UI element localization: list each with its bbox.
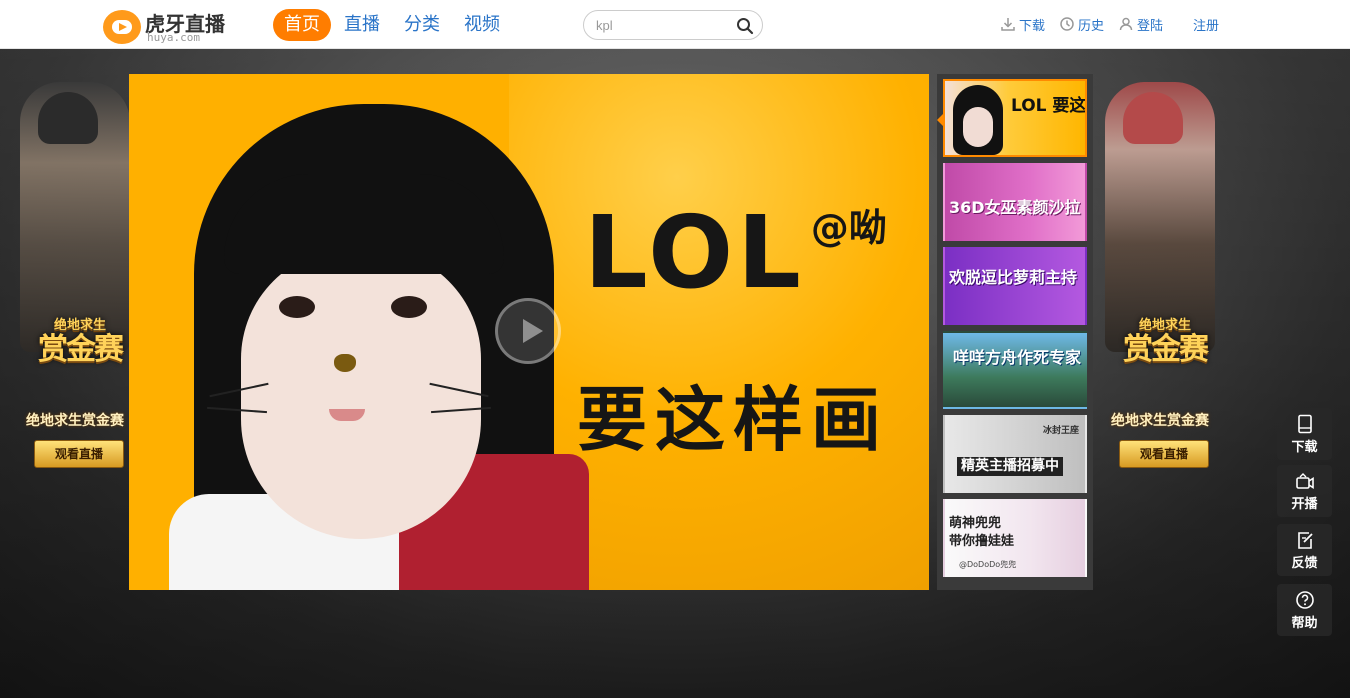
login-link[interactable]: 登陆 (1118, 15, 1163, 34)
search-input[interactable] (596, 15, 726, 35)
featured-stream-player[interactable]: LOL @呦 要这样画 (129, 74, 929, 590)
search-icon[interactable] (736, 17, 754, 35)
active-thumbnail-indicator (937, 113, 944, 127)
download-link[interactable]: 下载 (1000, 15, 1045, 34)
helmet-icon (38, 92, 98, 144)
camera-icon (1295, 473, 1314, 489)
download-icon (1001, 18, 1015, 31)
nav-categories[interactable]: 分类 (393, 9, 451, 41)
site-logo[interactable]: 虎牙直播 huya.com (103, 8, 228, 44)
nav-videos[interactable]: 视频 (453, 9, 511, 41)
register-link[interactable]: 注册 (1193, 15, 1219, 34)
download-label: 下载 (1019, 18, 1046, 34)
float-label: 反馈 (1291, 556, 1318, 571)
tablet-icon (1297, 414, 1312, 434)
heart-nose-icon (334, 354, 356, 372)
thumbnail-text: 萌神兜兜 带你撸娃娃 (949, 516, 1015, 549)
watch-live-button[interactable]: 观看直播 (1119, 440, 1209, 468)
float-help-button[interactable]: 帮助 (1277, 584, 1332, 636)
top-header: 虎牙直播 huya.com 首页 直播 分类 视频 下载 历史 (0, 0, 1350, 49)
watch-live-button[interactable]: 观看直播 (34, 440, 124, 468)
main-nav: 首页 直播 分类 视频 (273, 9, 511, 41)
thumbnail-text: 咩咩方舟作死专家 (953, 348, 1082, 367)
promo-medal: 绝地求生 赏金赛 (1105, 312, 1225, 392)
history-label: 历史 (1078, 18, 1105, 34)
float-label: 帮助 (1291, 616, 1318, 631)
stream-title-main: LOL (584, 194, 805, 311)
thumbnail-text: 精英主播招募中 (957, 457, 1063, 477)
nav-live[interactable]: 直播 (333, 9, 391, 41)
promo-subtitle: 绝地求生赏金赛 (1111, 413, 1209, 429)
user-links: 下载 历史 登陆 注册 (1000, 14, 1233, 34)
user-icon (1119, 17, 1133, 31)
thumbnail-item[interactable]: 欢脱逗比萝莉主持 (943, 247, 1087, 325)
thumbnail-text: 欢脱逗比萝莉主持 (949, 268, 1078, 287)
thumbnail-subtext: @DoDoDo兜兜 (959, 560, 1017, 569)
stream-title-suffix: @呦 (810, 206, 887, 250)
float-label: 开播 (1291, 497, 1318, 512)
float-feedback-button[interactable]: 反馈 (1277, 524, 1332, 576)
thumbnail-text: LOL 要这样画 (1011, 96, 1087, 116)
thumbnail-text: 36D女巫素颜沙拉 (949, 198, 1081, 217)
streamer-thumbnail-image (953, 85, 1003, 155)
medal-line2: 赏金赛 (1123, 332, 1209, 367)
promo-subtitle: 绝地求生赏金赛 (26, 413, 124, 429)
login-label: 登陆 (1137, 18, 1164, 34)
history-link[interactable]: 历史 (1059, 15, 1104, 34)
register-label: 注册 (1193, 18, 1220, 34)
search-box (583, 10, 763, 40)
play-icon[interactable] (495, 298, 561, 364)
medal-line1: 绝地求生 (1138, 318, 1191, 333)
streamer-eye (391, 296, 427, 318)
thumbnail-item[interactable]: 冰封王座 精英主播招募中 (943, 415, 1087, 493)
streamer-bangs (224, 174, 504, 274)
thumbnail-item[interactable]: 咩咩方舟作死专家 (943, 331, 1087, 409)
float-broadcast-button[interactable]: 开播 (1277, 465, 1332, 517)
history-icon (1060, 17, 1074, 31)
cap-icon (1123, 92, 1183, 144)
thumbnail-tag: 冰封王座 (1042, 426, 1079, 436)
right-promo-banner[interactable]: 绝地求生 赏金赛 绝地求生赏金赛 观看直播 (1075, 62, 1245, 482)
float-label: 下载 (1291, 440, 1318, 455)
thumbnail-item[interactable]: LOL 要这样画 (943, 79, 1087, 157)
tiger-logo-icon (103, 10, 141, 44)
featured-thumbnail-list: LOL 要这样画 36D女巫素颜沙拉 欢脱逗比萝莉主持 咩咩方舟作死专家 冰封王… (937, 74, 1093, 590)
edit-icon (1297, 532, 1313, 549)
thumbnail-item[interactable]: 36D女巫素颜沙拉 (943, 163, 1087, 241)
thumbnail-item[interactable]: 萌神兜兜 带你撸娃娃 @DoDoDo兜兜 (943, 499, 1087, 577)
promo-medal: 绝地求生 赏金赛 (20, 312, 140, 392)
medal-line1: 绝地求生 (53, 318, 106, 333)
stream-subtitle: 要这样画 (577, 379, 889, 461)
help-icon (1295, 591, 1314, 609)
float-download-button[interactable]: 下载 (1277, 408, 1332, 460)
stream-title: LOL @呦 (584, 194, 887, 311)
logo-domain: huya.com (147, 31, 200, 44)
streamer-face (241, 249, 481, 539)
nav-home[interactable]: 首页 (273, 9, 331, 41)
streamer-eye (279, 296, 315, 318)
medal-line2: 赏金赛 (38, 332, 124, 367)
